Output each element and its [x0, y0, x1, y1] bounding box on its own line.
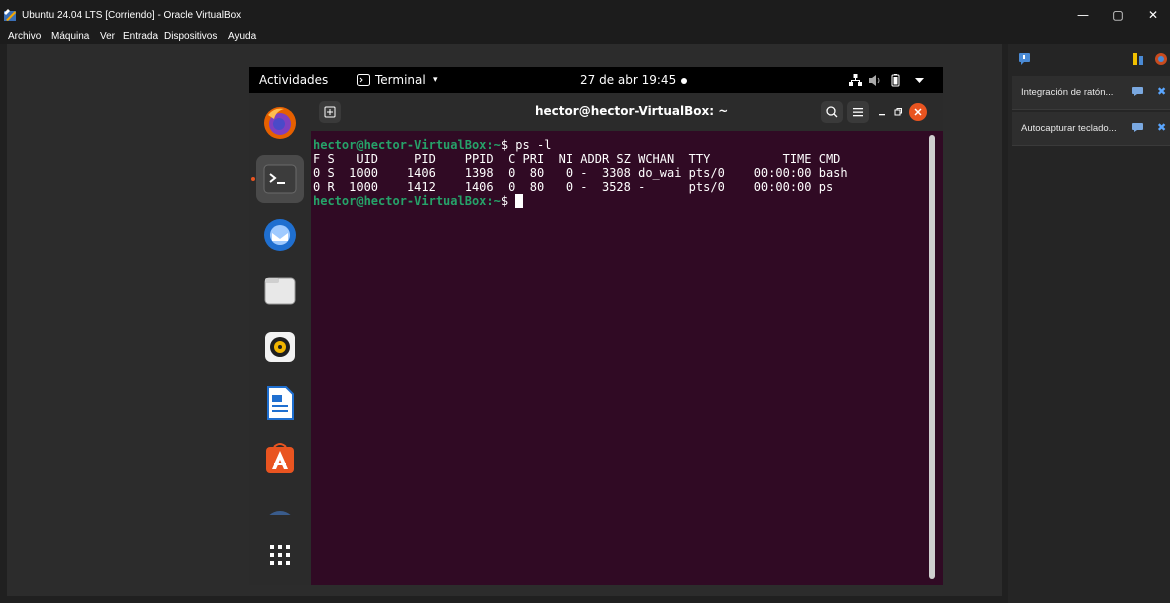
virtualbox-window: Ubuntu 24.04 LTS [Corriendo] - Oracle Vi… — [0, 0, 1170, 603]
scrollbar[interactable] — [929, 135, 935, 579]
app-menu-label: Terminal — [375, 73, 426, 87]
terminal-line: 0 S 1000 1406 1398 0 80 0 - 3308 do_wai … — [313, 166, 848, 180]
prompt-user: hector@hector-VirtualBox — [313, 138, 487, 152]
text-cursor — [515, 194, 524, 208]
menu-ayuda[interactable]: Ayuda — [228, 31, 256, 42]
menu-button[interactable] — [847, 101, 869, 123]
new-tab-button[interactable] — [319, 101, 341, 123]
terminal-output[interactable]: hector@hector-VirtualBox:~$ ps -l F S UI… — [311, 131, 943, 585]
menu-archivo[interactable]: Archivo — [8, 31, 41, 42]
clock[interactable]: 27 de abr 19:45 — [580, 73, 676, 87]
rhythmbox-icon — [265, 332, 295, 362]
dock-disc[interactable] — [256, 491, 304, 515]
guest-screen[interactable]: Actividades Terminal ▾ 27 de abr 19:45 h… — [249, 67, 943, 585]
prompt-user: hector@hector-VirtualBox — [313, 194, 487, 208]
dock-files[interactable] — [256, 267, 304, 315]
dock-firefox[interactable] — [256, 99, 304, 147]
notification-text: Autocapturar teclado... — [1021, 123, 1117, 134]
close-icon — [914, 108, 922, 116]
virtualbox-icon — [4, 9, 16, 21]
notification-keyboard-capture[interactable]: Autocapturar teclado... ✖ — [1012, 112, 1170, 146]
prompt-path: :~ — [486, 194, 501, 208]
files-icon — [264, 277, 296, 305]
menu-entrada[interactable]: Entrada — [123, 31, 158, 42]
terminal-line: hector@hector-VirtualBox:~$ — [313, 194, 524, 208]
dock-terminal[interactable] — [256, 155, 304, 203]
close-icon[interactable]: ✖ — [1157, 85, 1166, 98]
host-menubar: Archivo Máquina Ver Entrada Dispositivos… — [0, 28, 1170, 44]
new-tab-icon — [324, 106, 336, 118]
menu-ver[interactable]: Ver — [100, 31, 115, 42]
thunderbird-icon — [264, 219, 296, 251]
notification-panel: Integración de ratón... ✖ Autocapturar t… — [1008, 44, 1170, 603]
prompt-symbol: $ — [500, 138, 516, 152]
prompt-symbol: $ — [500, 194, 516, 208]
notification-toolbar — [1008, 52, 1170, 72]
terminal-title: hector@hector-VirtualBox: ~ — [535, 104, 729, 118]
chevron-down-icon[interactable] — [913, 74, 926, 87]
writer-icon — [267, 386, 294, 420]
search-button[interactable] — [821, 101, 843, 123]
dock-app-center[interactable] — [256, 435, 304, 483]
logo-icon[interactable] — [1154, 52, 1168, 66]
activities-button[interactable]: Actividades — [259, 73, 328, 87]
terminal-command: ps -l — [515, 138, 552, 152]
sort-icon[interactable] — [1132, 52, 1146, 66]
terminal-window[interactable]: hector@hector-VirtualBox: ~ hector@hecto… — [311, 93, 943, 585]
notification-dot — [681, 78, 687, 84]
terminal-line: 0 R 1000 1412 1406 0 80 0 - 3528 - pts/0… — [313, 180, 834, 194]
battery-icon[interactable] — [889, 74, 902, 87]
terminal-small-icon — [357, 74, 370, 86]
dock-thunderbird[interactable] — [256, 211, 304, 259]
show-apps-icon — [270, 545, 290, 565]
terminal-icon — [263, 164, 297, 194]
info-icon[interactable] — [1132, 123, 1143, 132]
maximize-button[interactable]: ▢ — [1103, 4, 1133, 26]
disc-icon — [269, 511, 291, 515]
running-indicator — [251, 177, 255, 181]
search-icon — [826, 106, 838, 118]
menu-maquina[interactable]: Máquina — [51, 31, 89, 42]
prompt-path: :~ — [486, 138, 501, 152]
minimize-button[interactable]: — — [1068, 4, 1098, 26]
app-center-icon — [266, 443, 294, 473]
menu-dispositivos[interactable]: Dispositivos — [164, 31, 217, 42]
firefox-icon — [264, 107, 296, 139]
dock-rhythmbox[interactable] — [256, 323, 304, 371]
terminal-line: hector@hector-VirtualBox:~$ ps -l — [313, 138, 551, 152]
close-button[interactable]: ✕ — [1138, 4, 1168, 26]
chevron-down-icon: ▾ — [433, 75, 438, 85]
volume-icon[interactable] — [869, 74, 882, 87]
notification-mouse-integration[interactable]: Integración de ratón... ✖ — [1012, 76, 1170, 110]
show-apps-button[interactable] — [256, 531, 304, 579]
info-icon[interactable] — [1132, 87, 1143, 96]
gnome-topbar: Actividades Terminal ▾ 27 de abr 19:45 — [249, 67, 943, 93]
terminal-close-button[interactable] — [909, 103, 927, 121]
dock-writer[interactable] — [256, 379, 304, 427]
notification-text: Integración de ratón... — [1021, 87, 1114, 98]
hamburger-icon — [853, 108, 863, 117]
dock — [249, 93, 311, 585]
network-icon[interactable] — [849, 74, 862, 87]
close-icon[interactable]: ✖ — [1157, 121, 1166, 134]
terminal-header: hector@hector-VirtualBox: ~ — [311, 93, 943, 131]
terminal-line: F S UID PID PPID C PRI NI ADDR SZ WCHAN … — [313, 152, 841, 166]
maximize-icon — [894, 108, 902, 116]
terminal-maximize-button[interactable] — [887, 101, 909, 123]
host-window-title: Ubuntu 24.04 LTS [Corriendo] - Oracle Vi… — [22, 10, 242, 21]
notification-icon[interactable] — [1018, 52, 1032, 66]
